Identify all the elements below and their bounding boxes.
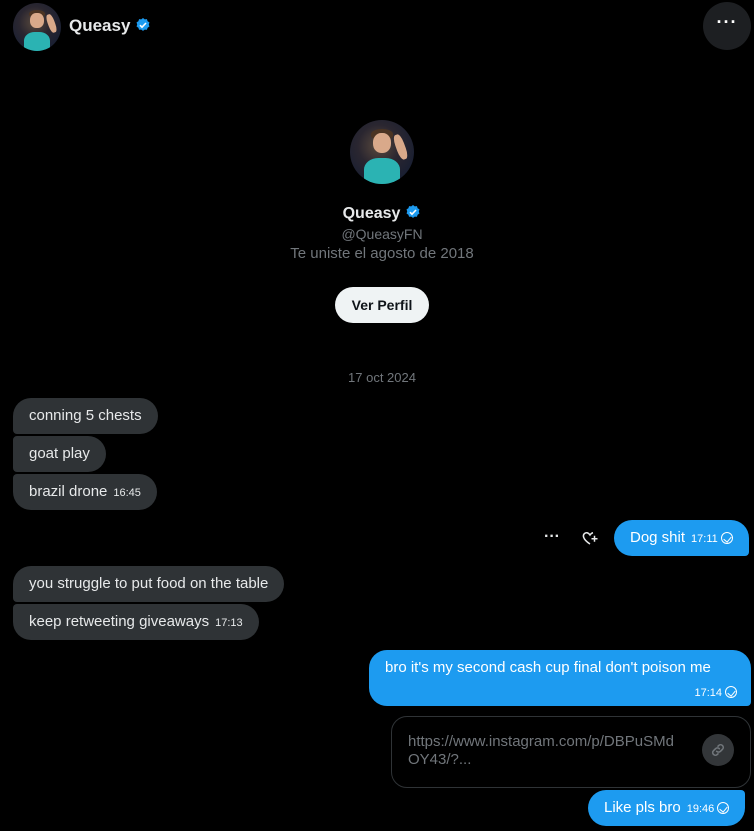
message-meta: 17:14: [694, 686, 737, 699]
more-options-button[interactable]: ···: [703, 2, 751, 50]
message-incoming[interactable]: conning 5 chests: [13, 398, 158, 434]
message-outgoing[interactable]: Like pls bro 19:46: [588, 790, 746, 826]
chat-header: Queasy ···: [0, 0, 754, 52]
verified-badge-icon: [136, 18, 150, 31]
date-separator: 17 oct 2024: [348, 370, 416, 385]
message-time: 17:14: [694, 687, 722, 699]
read-check-icon: [720, 532, 733, 544]
header-name-text: Queasy: [69, 16, 131, 35]
more-horizontal-icon: ···: [716, 12, 738, 32]
message-time: 16:45: [113, 487, 141, 499]
verified-badge-icon: [406, 205, 420, 218]
read-check-icon: [717, 802, 730, 814]
message-outgoing[interactable]: bro it's my second cash cup final don't …: [369, 650, 751, 706]
message-outgoing[interactable]: Dog shit 17:11: [614, 520, 749, 556]
message-more-icon[interactable]: ···: [544, 528, 560, 546]
profile-name-text: Queasy: [342, 205, 401, 222]
message-time: 17:13: [215, 617, 243, 629]
message-text: Like pls bro: [604, 799, 681, 816]
view-profile-button[interactable]: Ver Perfil: [334, 287, 430, 323]
link-url: https://www.instagram.com/p/DBPuSMdOY43/…: [408, 733, 674, 768]
message-text: keep retweeting giveaways: [29, 613, 210, 630]
profile-name: Queasy: [0, 204, 754, 223]
avatar[interactable]: [13, 3, 61, 51]
profile-handle: @QueasyFN: [341, 226, 423, 242]
message-incoming[interactable]: brazil drone 16:45: [13, 474, 157, 510]
message-time: 19:46: [686, 803, 715, 815]
profile-avatar[interactable]: [350, 120, 414, 184]
message-incoming[interactable]: goat play: [13, 436, 106, 472]
link-preview-card[interactable]: https://www.instagram.com/p/DBPuSMdOY43/…: [391, 716, 751, 788]
profile-card: Queasy @QueasyFN Te uniste el agosto de …: [0, 120, 754, 323]
message-text: conning 5 chests: [29, 407, 142, 424]
message-text: brazil drone: [29, 483, 108, 500]
message-text: you struggle to put food on the table: [29, 575, 269, 592]
profile-joined-date: Te uniste el agosto de 2018: [290, 245, 474, 262]
header-name[interactable]: Queasy: [69, 16, 151, 36]
message-incoming[interactable]: you struggle to put food on the table: [13, 566, 285, 602]
link-icon: [702, 734, 734, 766]
read-check-icon: [725, 686, 737, 698]
add-reaction-icon[interactable]: [581, 529, 599, 547]
message-text: Dog shit: [630, 529, 686, 546]
message-time: 17:11: [691, 533, 718, 545]
message-incoming[interactable]: keep retweeting giveaways 17:13: [13, 604, 259, 640]
message-text: goat play: [29, 445, 90, 462]
message-text: bro it's my second cash cup final don't …: [385, 659, 711, 676]
